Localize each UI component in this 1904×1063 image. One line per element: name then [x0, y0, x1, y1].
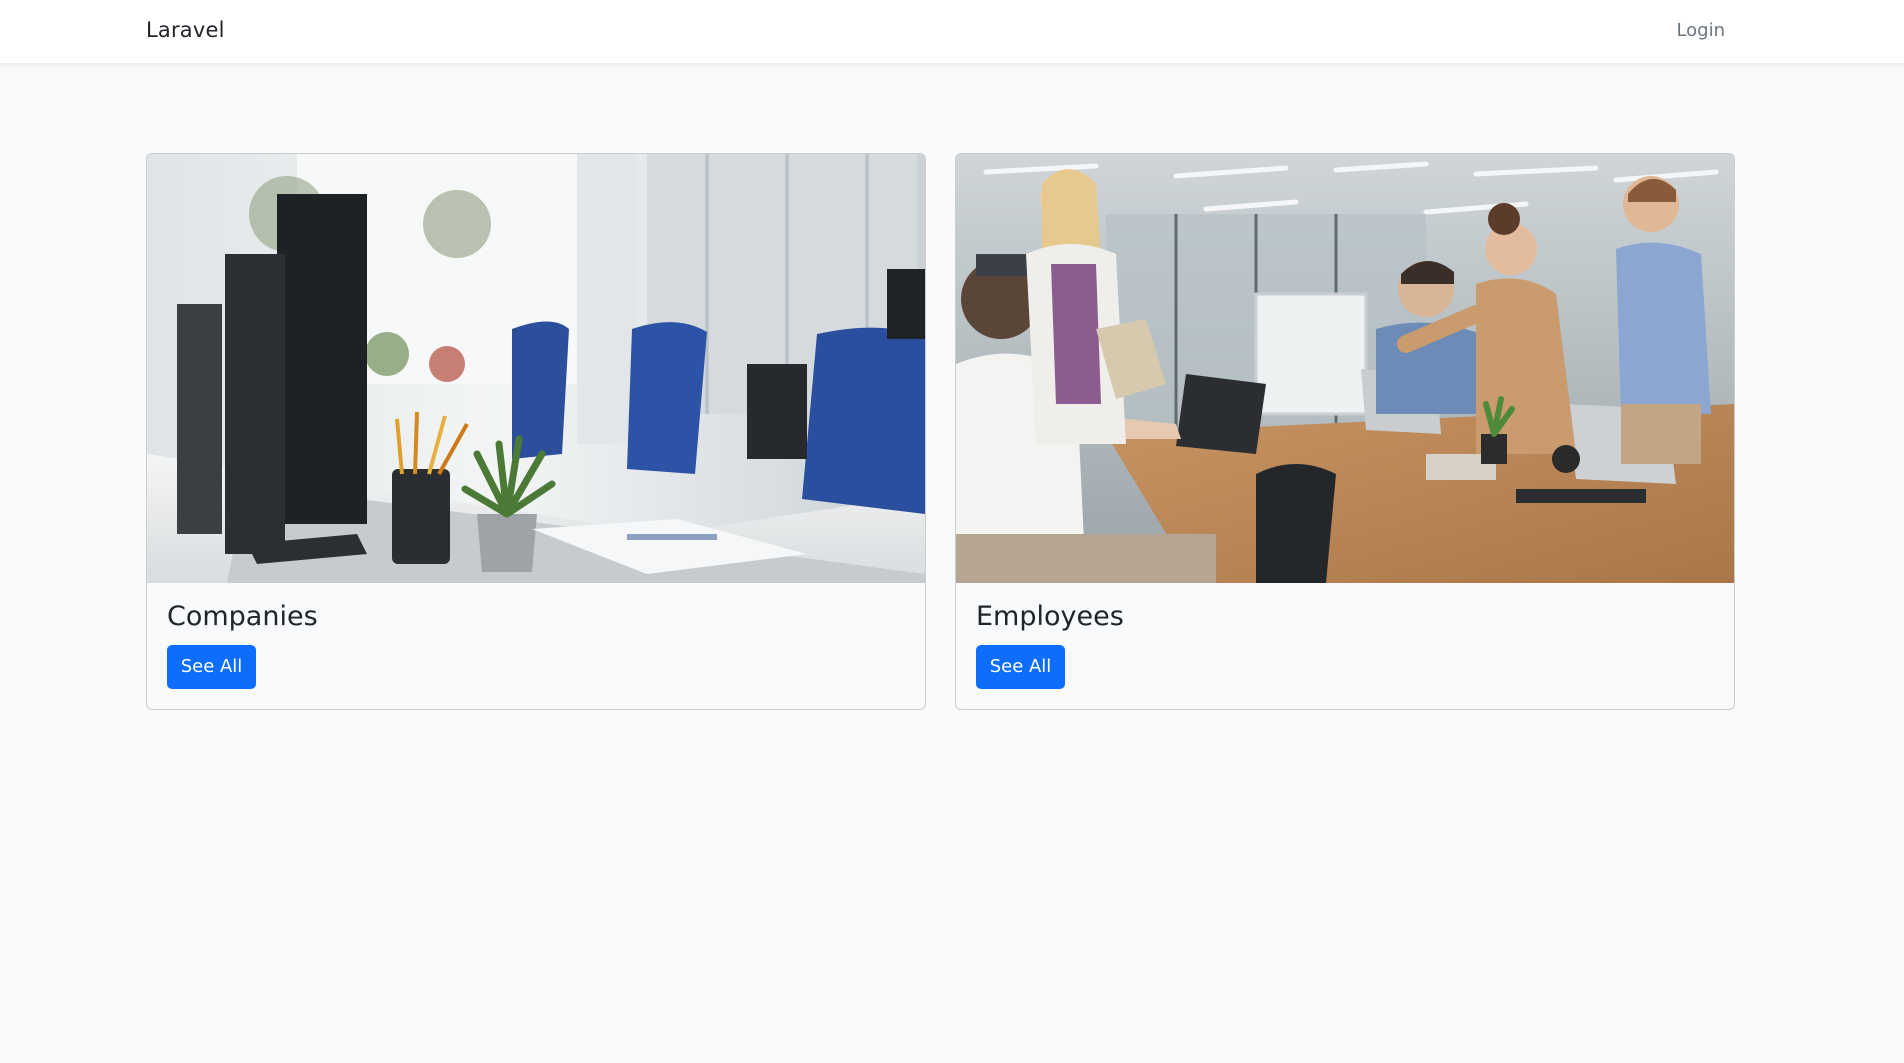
team-meeting-photo	[956, 154, 1734, 583]
see-all-employees-button[interactable]: See All	[976, 645, 1065, 689]
brand-link[interactable]: Laravel	[146, 18, 225, 42]
employees-card: Employees See All	[955, 153, 1735, 710]
card-title-employees: Employees	[976, 601, 1124, 632]
office-desks-photo	[147, 154, 925, 583]
card-title-companies: Companies	[167, 601, 318, 632]
top-navbar: Laravel Login	[0, 0, 1904, 64]
login-link[interactable]: Login	[1676, 20, 1725, 41]
companies-card: Companies See All	[146, 153, 926, 710]
see-all-companies-button[interactable]: See All	[167, 645, 256, 689]
